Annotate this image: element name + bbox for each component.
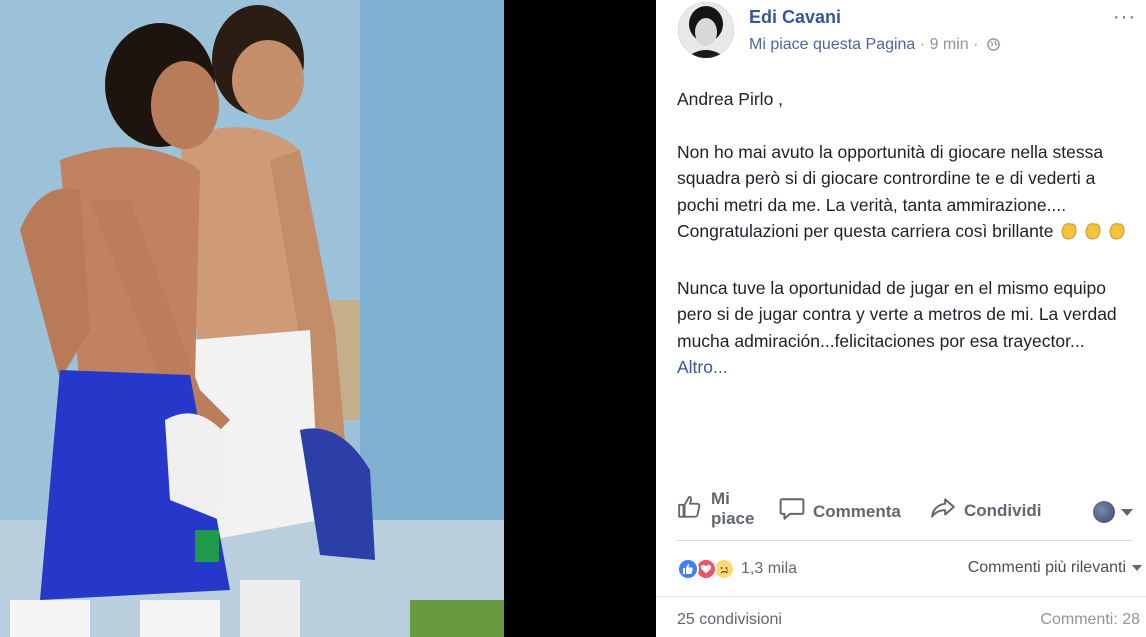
like-label-line2: piace bbox=[711, 509, 755, 528]
comment-sort-label: Commenti più rilevanti bbox=[967, 559, 1126, 576]
lightbox-gap bbox=[504, 0, 656, 637]
author-name[interactable]: Edi Cavani bbox=[749, 7, 841, 28]
globe-icon bbox=[987, 38, 1000, 56]
paragraph-italian-text: Non ho mai avuto la opportunità di gioca… bbox=[677, 141, 1104, 242]
footer-divider bbox=[656, 596, 1146, 597]
page-mini-avatar bbox=[1093, 501, 1115, 523]
share-arrow-icon bbox=[930, 497, 956, 524]
post-meta: Mi piace questa Pagina · 9 min · bbox=[749, 36, 1000, 56]
share-count[interactable]: 25 condivisioni bbox=[677, 611, 782, 629]
comment-label: Commenta bbox=[813, 501, 901, 521]
post-paragraph-spanish: Nunca tuve la oportunidad de jugar en el… bbox=[677, 275, 1133, 381]
like-page-link[interactable]: Mi piace questa Pagina bbox=[749, 36, 915, 53]
action-bar: Mi piace Commenta Condividi bbox=[677, 483, 1133, 541]
like-reaction-icon[interactable] bbox=[677, 558, 699, 580]
comment-count[interactable]: Commenti: 28 bbox=[1040, 611, 1140, 629]
post-paragraph-italian: Non ho mai avuto la opportunità di gioca… bbox=[677, 139, 1133, 249]
share-label: Condividi bbox=[964, 500, 1042, 520]
comment-button[interactable]: Commenta bbox=[779, 497, 901, 526]
clap-emoji bbox=[1058, 219, 1130, 249]
post-time[interactable]: 9 min bbox=[930, 36, 969, 53]
more-dots-icon[interactable]: ··· bbox=[1113, 6, 1136, 29]
post-greeting: Andrea Pirlo , bbox=[677, 89, 784, 109]
post-photo[interactable] bbox=[0, 0, 504, 637]
like-button[interactable]: Mi piace bbox=[677, 489, 761, 529]
like-label: Mi piace bbox=[711, 489, 761, 529]
meta-separator-2: · bbox=[973, 36, 979, 53]
photo-illustration bbox=[0, 0, 504, 637]
see-more-link[interactable]: Altro... bbox=[677, 357, 728, 377]
paragraph-spanish-text: Nunca tuve la oportunidad de jugar en el… bbox=[677, 277, 1117, 351]
like-thumb-icon bbox=[677, 494, 703, 525]
reaction-profile-selector[interactable] bbox=[1093, 501, 1133, 523]
like-label-line1: Mi bbox=[711, 489, 730, 508]
author-avatar[interactable] bbox=[678, 2, 734, 58]
post-panel: Edi Cavani Mi piace questa Pagina · 9 mi… bbox=[656, 0, 1146, 637]
reactions-row: 1,3 mila Commenti più rilevanti bbox=[677, 555, 1142, 583]
caret-down-icon bbox=[1121, 508, 1133, 516]
share-button[interactable]: Condividi bbox=[930, 497, 1041, 524]
comment-bubble-icon bbox=[779, 497, 805, 526]
reaction-count[interactable]: 1,3 mila bbox=[741, 560, 797, 578]
caret-down-icon bbox=[1132, 565, 1142, 571]
post-body: Andrea Pirlo , Non ho mai avuto la oppor… bbox=[677, 86, 1133, 407]
comment-sort-dropdown[interactable]: Commenti più rilevanti bbox=[968, 559, 1142, 577]
meta-separator: · bbox=[919, 36, 926, 53]
